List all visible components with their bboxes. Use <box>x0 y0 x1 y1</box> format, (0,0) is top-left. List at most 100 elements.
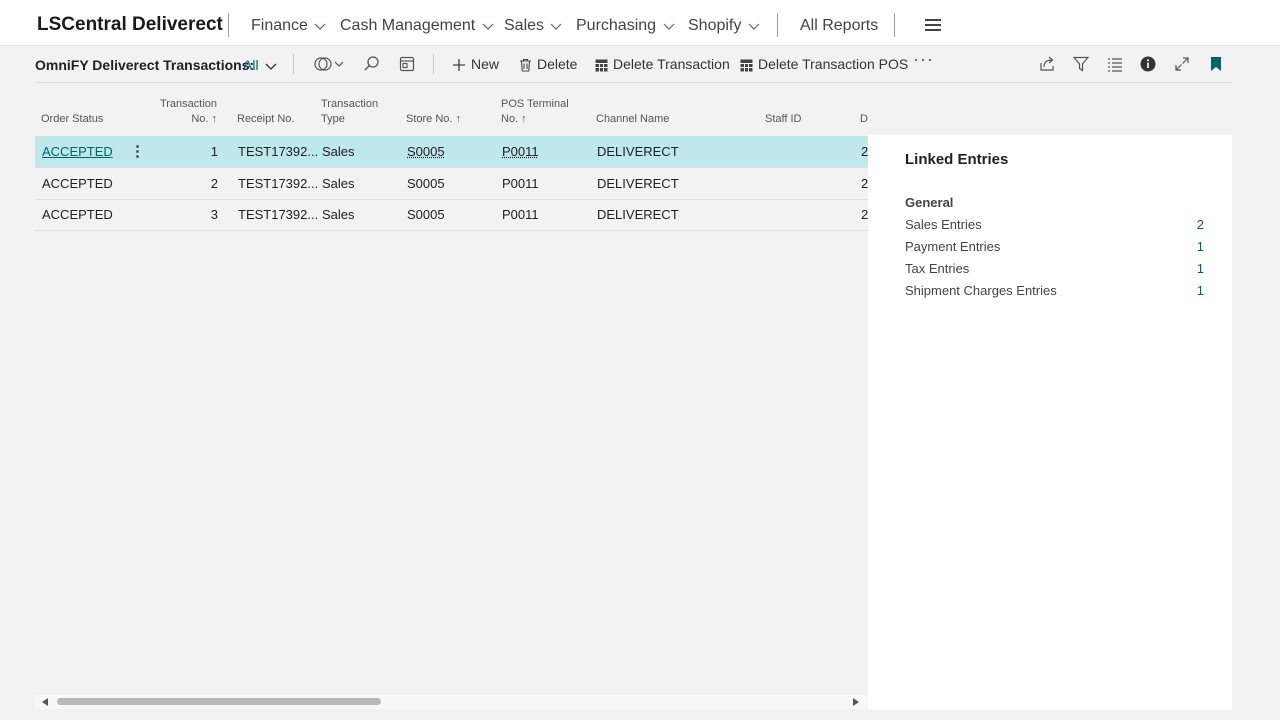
more-options-button[interactable]: ··· <box>913 49 934 70</box>
scroll-right-icon[interactable] <box>853 698 859 706</box>
header-line: POS Terminal <box>501 98 569 110</box>
pos-terminal-no-cell[interactable]: P0011 <box>502 144 539 159</box>
list-view-icon[interactable] <box>1106 55 1124 73</box>
delete-button[interactable]: Delete <box>519 56 577 72</box>
transaction-type-cell: Sales <box>322 207 355 222</box>
entry-label: Payment Entries <box>905 239 1001 254</box>
column-header-transaction-no[interactable]: Transaction No. ↑ <box>147 97 217 127</box>
table-row[interactable]: ACCEPTED 2 TEST17392... Sales S0005 P001… <box>35 168 868 200</box>
nav-item-finance[interactable]: Finance <box>251 17 326 35</box>
transaction-no-cell: 1 <box>210 144 218 159</box>
trash-icon <box>520 58 531 72</box>
factbox-entry-payment: Payment Entries 1 <box>905 239 1204 259</box>
store-no-cell[interactable]: S0005 <box>407 144 445 159</box>
channel-name-cell: DELIVERECT <box>597 207 679 222</box>
nav-item-shopify[interactable]: Shopify <box>688 17 760 35</box>
transaction-type-cell: Sales <box>322 144 355 159</box>
receipt-no-cell: TEST17392... <box>238 176 319 191</box>
factbox-entry-shipment-charges: Shipment Charges Entries 1 <box>905 283 1204 303</box>
nav-item-label: Cash Management <box>340 17 476 34</box>
nav-item-all-reports[interactable]: All Reports <box>800 17 878 35</box>
column-header-channel-name[interactable]: Channel Name <box>596 112 669 127</box>
nav-divider <box>894 13 895 37</box>
pos-terminal-no-cell[interactable]: P0011 <box>502 176 539 191</box>
channel-name-cell: DELIVERECT <box>597 176 679 191</box>
chevron-down-icon <box>748 23 760 30</box>
grid-header: Order Status Transaction No. ↑ Receipt N… <box>35 83 868 135</box>
column-header-order-status[interactable]: Order Status <box>41 112 103 127</box>
transaction-type-cell: Sales <box>322 176 355 191</box>
toolbar-divider <box>293 54 294 74</box>
delete-button-label: Delete <box>537 56 578 72</box>
entry-label: Tax Entries <box>905 261 970 276</box>
scrollbar-thumb[interactable] <box>57 698 381 705</box>
chevron-down-icon <box>482 23 494 30</box>
new-button-label: New <box>471 56 500 72</box>
entry-count-link[interactable]: 1 <box>1197 261 1204 276</box>
delete-transaction-button[interactable]: Delete Transaction <box>595 56 730 72</box>
view-filter-label: All <box>243 57 259 73</box>
scroll-left-icon[interactable] <box>42 698 48 706</box>
table-icon <box>740 59 753 72</box>
analysis-mode-icon[interactable] <box>314 55 346 73</box>
transactions-grid: Order Status Transaction No. ↑ Receipt N… <box>35 83 868 693</box>
factbox-entry-sales: Sales Entries 2 <box>905 217 1204 237</box>
entry-label: Shipment Charges Entries <box>905 283 1057 298</box>
delete-transaction-pos-button[interactable]: Delete Transaction POS <box>740 56 908 72</box>
nav-item-cash-management[interactable]: Cash Management <box>340 17 494 35</box>
header-line: Type <box>321 113 345 125</box>
receipt-no-cell: TEST17392... <box>238 144 319 159</box>
entry-count-link[interactable]: 2 <box>1197 217 1204 232</box>
table-row[interactable]: ACCEPTED ⋮ 1 TEST17392... Sales S0005 P0… <box>35 136 868 168</box>
search-icon[interactable] <box>363 55 381 73</box>
top-navigation-bar: LSCentral Deliverect Finance Cash Manage… <box>0 0 1280 46</box>
factbox-group-title: General <box>905 195 954 210</box>
info-icon[interactable] <box>1139 55 1157 73</box>
chevron-down-icon <box>265 63 277 71</box>
column-header-receipt-no[interactable]: Receipt No. <box>237 112 294 127</box>
linked-entries-factbox: Linked Entries General Sales Entries 2 P… <box>868 135 1232 710</box>
row-actions-menu-icon[interactable]: ⋮ <box>130 142 145 160</box>
transaction-no-cell: 2 <box>210 176 218 191</box>
store-no-cell[interactable]: S0005 <box>407 176 445 191</box>
action-bar: OmniFY Deliverect Transactions: All New … <box>35 46 1232 83</box>
page-title: OmniFY Deliverect Transactions: <box>35 57 255 73</box>
entry-label: Sales Entries <box>905 217 982 232</box>
delete-transaction-pos-label: Delete Transaction POS <box>758 56 909 72</box>
toolbar-divider <box>433 54 434 74</box>
edit-list-icon[interactable] <box>398 55 416 73</box>
column-header-pos-terminal-no[interactable]: POS Terminal No. ↑ <box>501 97 569 127</box>
filter-icon[interactable] <box>1072 55 1090 73</box>
header-line: No. ↑ <box>191 113 217 125</box>
chevron-down-icon <box>551 23 562 30</box>
delete-transaction-label: Delete Transaction <box>613 56 730 72</box>
column-header-staff-id[interactable]: Staff ID <box>765 112 801 127</box>
factbox-title: Linked Entries <box>905 151 1009 168</box>
entry-count-link[interactable]: 1 <box>1197 283 1204 298</box>
bookmark-icon[interactable] <box>1207 55 1225 73</box>
store-no-cell[interactable]: S0005 <box>407 207 445 222</box>
hamburger-menu-icon[interactable] <box>925 19 941 31</box>
pos-terminal-no-cell[interactable]: P0011 <box>502 207 539 222</box>
new-button[interactable]: New <box>452 56 499 72</box>
column-header-d[interactable]: D <box>860 112 868 127</box>
nav-item-purchasing[interactable]: Purchasing <box>576 17 675 35</box>
chevron-down-icon <box>663 23 674 30</box>
order-status-cell[interactable]: ACCEPTED <box>42 207 113 222</box>
app-title[interactable]: LSCentral Deliverect <box>37 14 223 36</box>
table-row[interactable]: ACCEPTED 3 TEST17392... Sales S0005 P001… <box>35 199 868 231</box>
column-header-transaction-type[interactable]: Transaction Type <box>321 97 378 127</box>
channel-name-cell: DELIVERECT <box>597 144 679 159</box>
nav-item-sales[interactable]: Sales <box>504 17 562 35</box>
horizontal-scrollbar[interactable] <box>35 695 868 709</box>
header-line: No. ↑ <box>501 113 527 125</box>
order-status-cell[interactable]: ACCEPTED <box>42 144 113 159</box>
chevron-down-icon <box>314 23 326 30</box>
entry-count-link[interactable]: 1 <box>1197 239 1204 254</box>
nav-divider <box>777 13 778 37</box>
share-icon[interactable] <box>1038 55 1056 73</box>
order-status-cell[interactable]: ACCEPTED <box>42 176 113 191</box>
column-header-store-no[interactable]: Store No. ↑ <box>406 112 461 127</box>
expand-icon[interactable] <box>1173 55 1191 73</box>
view-filter-dropdown[interactable]: All <box>243 57 277 73</box>
